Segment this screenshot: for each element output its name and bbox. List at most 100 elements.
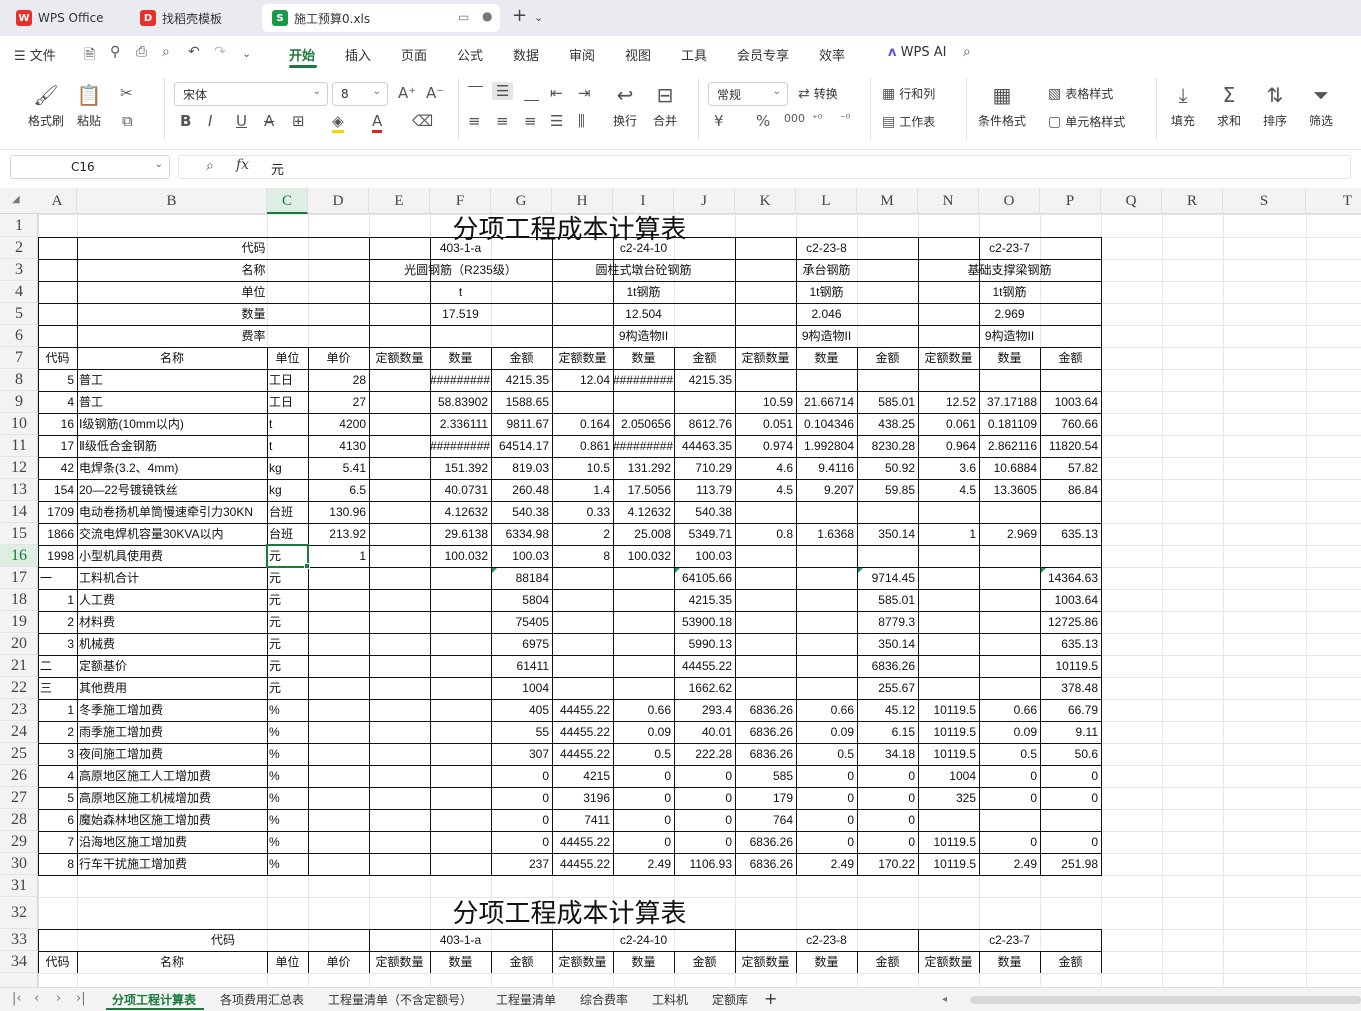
col-header-cell-2[interactable]: 金额 [491, 951, 552, 973]
share-icon[interactable]: ⚲ [110, 44, 120, 60]
data-cell[interactable]: 5 [38, 369, 77, 391]
data-cell[interactable]: 6975 [491, 633, 552, 655]
data-cell[interactable]: 9714.45 [857, 567, 918, 589]
horizontal-scrollbar[interactable] [970, 996, 1361, 1004]
data-cell[interactable]: 293.4 [674, 699, 735, 721]
data-cell[interactable]: 1588.65 [491, 391, 552, 413]
item-3-unit[interactable]: 1t钢筋 [918, 281, 1101, 303]
data-cell[interactable]: 1106.93 [674, 853, 735, 875]
col-header-cell-2[interactable]: 单价 [308, 951, 369, 973]
data-cell[interactable]: 雨季施工增加费 [77, 721, 267, 743]
col-header-cell-2[interactable]: 金额 [857, 951, 918, 973]
data-cell[interactable]: 0 [674, 831, 735, 853]
data-cell[interactable] [308, 699, 369, 721]
data-cell[interactable]: 0.051 [735, 413, 796, 435]
col-header-cell[interactable]: 单位 [267, 347, 308, 369]
column-header-Q[interactable]: Q [1101, 188, 1162, 214]
row-header-17[interactable]: 17 [0, 567, 38, 589]
data-cell[interactable]: 10.5 [552, 457, 613, 479]
data-cell[interactable] [735, 611, 796, 633]
data-cell[interactable]: 台班 [267, 523, 308, 545]
column-header-A[interactable]: A [38, 188, 77, 214]
data-cell[interactable]: 44455.22 [552, 699, 613, 721]
data-cell[interactable]: 64514.17 [491, 435, 552, 457]
col-header-cell[interactable]: 金额 [491, 347, 552, 369]
data-cell[interactable]: 130.96 [308, 501, 369, 523]
col-header-cell[interactable]: 数量 [613, 347, 674, 369]
data-cell[interactable] [430, 655, 491, 677]
data-cell[interactable]: ######### [430, 435, 491, 457]
data-cell[interactable]: 213.92 [308, 523, 369, 545]
column-header-P[interactable]: P [1040, 188, 1101, 214]
data-cell[interactable]: 0 [857, 787, 918, 809]
row-header-21[interactable]: 21 [0, 655, 38, 677]
data-cell[interactable]: 4.5 [735, 479, 796, 501]
data-cell[interactable]: 88184 [491, 567, 552, 589]
data-cell[interactable]: t [267, 435, 308, 457]
item-3-code[interactable]: c2-23-7 [918, 237, 1101, 259]
data-cell[interactable] [796, 567, 857, 589]
data-cell[interactable]: 44455.22 [552, 721, 613, 743]
row-header-1[interactable]: 1 [0, 214, 38, 237]
col-header-cell[interactable]: 金额 [1040, 347, 1101, 369]
data-cell[interactable]: 100.032 [430, 545, 491, 567]
data-cell[interactable]: 154 [38, 479, 77, 501]
paste-button[interactable]: 📋 粘贴 [76, 82, 102, 129]
data-cell[interactable] [796, 611, 857, 633]
data-cell[interactable] [735, 677, 796, 699]
data-cell[interactable]: 251.98 [1040, 853, 1101, 875]
data-cell[interactable] [979, 369, 1040, 391]
data-cell[interactable]: 9.4116 [796, 457, 857, 479]
data-cell[interactable] [369, 435, 430, 457]
menu-review[interactable]: 审阅 [569, 45, 595, 64]
data-cell[interactable] [308, 611, 369, 633]
print-preview-icon[interactable]: ⌕ [162, 44, 170, 60]
data-cell[interactable]: 6.5 [308, 479, 369, 501]
data-cell[interactable]: % [267, 765, 308, 787]
data-cell[interactable]: 1 [308, 545, 369, 567]
data-cell[interactable]: 0 [674, 787, 735, 809]
data-cell[interactable] [735, 501, 796, 523]
data-cell[interactable]: 1004 [491, 677, 552, 699]
data-cell[interactable] [430, 699, 491, 721]
column-header-K[interactable]: K [735, 188, 796, 214]
data-cell[interactable]: 0.964 [918, 435, 979, 457]
data-cell[interactable]: 58.83902 [430, 391, 491, 413]
row-header-14[interactable]: 14 [0, 501, 38, 523]
data-cell[interactable]: 438.25 [857, 413, 918, 435]
data-cell[interactable]: 4215.35 [674, 589, 735, 611]
data-cell[interactable]: 0 [979, 765, 1040, 787]
data-cell[interactable]: 1.4 [552, 479, 613, 501]
col-header-cell[interactable]: 名称 [77, 347, 267, 369]
data-cell[interactable]: ######### [613, 435, 674, 457]
data-cell[interactable]: 44463.35 [674, 435, 735, 457]
data-cell[interactable]: 44455.22 [674, 655, 735, 677]
data-cell[interactable] [369, 611, 430, 633]
data-cell[interactable] [552, 655, 613, 677]
data-cell[interactable] [918, 369, 979, 391]
active-cell[interactable] [266, 544, 309, 568]
data-cell[interactable]: 10.6884 [979, 457, 1040, 479]
data-cell[interactable]: 44455.22 [552, 853, 613, 875]
row-header-25[interactable]: 25 [0, 743, 38, 765]
data-cell[interactable]: 0 [674, 765, 735, 787]
row-header-29[interactable]: 29 [0, 831, 38, 853]
sheet-tab[interactable]: 综合费率 [580, 991, 628, 1008]
data-cell[interactable] [979, 611, 1040, 633]
data-cell[interactable] [979, 655, 1040, 677]
conditional-format-button[interactable]: ▦ 条件格式 [978, 82, 1026, 129]
data-cell[interactable] [369, 743, 430, 765]
data-cell[interactable]: 其他费用 [77, 677, 267, 699]
data-cell[interactable] [430, 831, 491, 853]
data-cell[interactable]: 4200 [308, 413, 369, 435]
data-cell[interactable]: 普工 [77, 369, 267, 391]
col-header-cell-2[interactable]: 定额数量 [918, 951, 979, 973]
data-cell[interactable]: 57.82 [1040, 457, 1101, 479]
data-cell[interactable] [369, 787, 430, 809]
tab-spreadsheet[interactable]: S 施工预算0.xls ▭ ● [262, 4, 500, 32]
data-cell[interactable]: 0 [613, 809, 674, 831]
data-cell[interactable]: 0 [857, 809, 918, 831]
row-header-9[interactable]: 9 [0, 391, 38, 413]
menu-page[interactable]: 页面 [401, 45, 427, 64]
data-cell[interactable] [430, 611, 491, 633]
